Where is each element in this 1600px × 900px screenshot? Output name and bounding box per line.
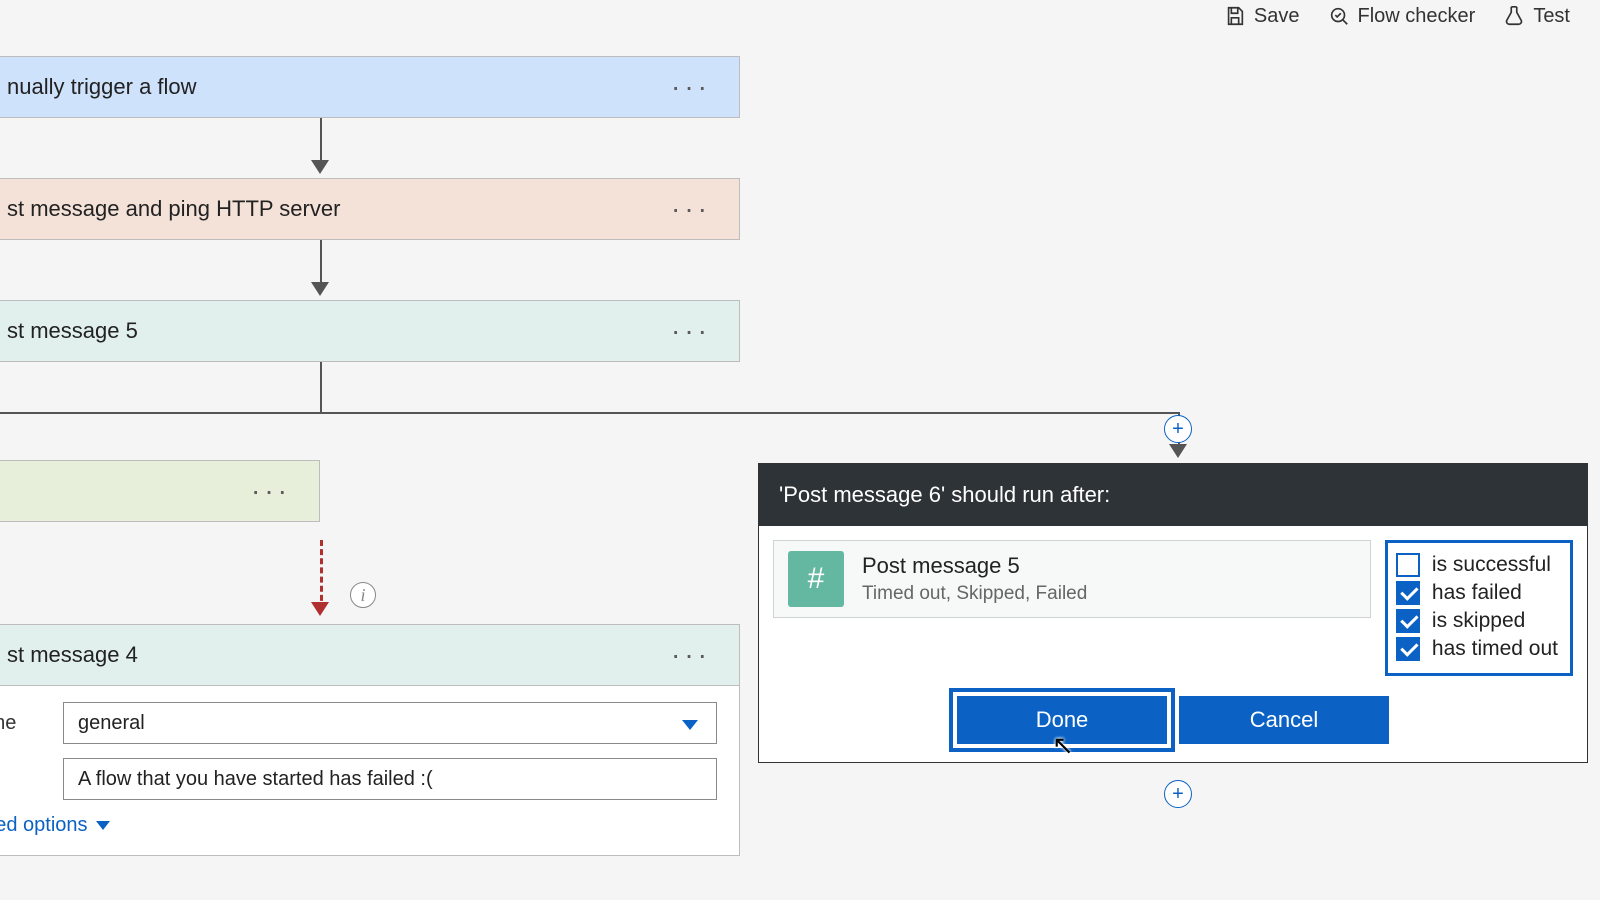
option-is-skipped-label: is skipped <box>1432 609 1525 633</box>
advanced-options-label: anced options <box>0 814 88 837</box>
option-has-failed: has failed <box>1396 581 1558 605</box>
step-post4-label: st message 4 <box>7 642 138 668</box>
toolbar: Save Flow checker Test <box>1224 0 1570 32</box>
test-icon <box>1503 5 1525 27</box>
cancel-label: Cancel <box>1250 707 1318 733</box>
step-trigger-label: nually trigger a flow <box>7 74 197 100</box>
arrow-icon <box>311 160 329 174</box>
run-after-header: 'Post message 6' should run after: <box>759 464 1587 526</box>
arrow-icon <box>1169 444 1187 458</box>
chevron-down-icon <box>96 821 110 830</box>
option-has-timed-out: has timed out <box>1396 637 1558 661</box>
done-label: Done <box>1036 707 1089 733</box>
checkbox-has-failed[interactable] <box>1396 581 1420 605</box>
name-label: Name <box>0 712 63 735</box>
flow-checker-label: Flow checker <box>1358 5 1476 28</box>
text-input[interactable]: A flow that you have started has failed … <box>63 758 717 800</box>
name-value: general <box>78 712 145 735</box>
arrow-error-icon <box>311 602 329 616</box>
connector <box>320 362 322 412</box>
step-post5-label: st message 5 <box>7 318 138 344</box>
step-post5[interactable]: st message 5 ··· <box>0 300 740 362</box>
test-label: Test <box>1533 5 1570 28</box>
run-after-source[interactable]: # Post message 5 Timed out, Skipped, Fai… <box>773 540 1371 618</box>
step-trigger-menu[interactable]: ··· <box>671 71 711 103</box>
form-row-name: Name general <box>0 702 717 744</box>
step-green-menu[interactable]: ··· <box>251 475 291 507</box>
flow-checker-button[interactable]: Flow checker <box>1328 5 1476 28</box>
option-has-timed-out-label: has timed out <box>1432 637 1558 661</box>
save-button[interactable]: Save <box>1224 5 1300 28</box>
option-is-successful-label: is successful <box>1432 553 1551 577</box>
name-select[interactable]: general <box>63 702 717 744</box>
step-post4-body: Name general Text A flow that you have s… <box>0 686 740 856</box>
run-after-body: # Post message 5 Timed out, Skipped, Fai… <box>759 526 1587 686</box>
option-is-skipped: is skipped <box>1396 609 1558 633</box>
option-is-successful: is successful <box>1396 553 1558 577</box>
step-http-ping-menu[interactable]: ··· <box>671 193 711 225</box>
step-post5-menu[interactable]: ··· <box>671 315 711 347</box>
run-after-source-text: Post message 5 Timed out, Skipped, Faile… <box>862 553 1087 605</box>
run-after-source-title: Post message 5 <box>862 553 1087 579</box>
connector-error <box>320 540 323 610</box>
save-icon <box>1224 5 1246 27</box>
checkbox-is-successful[interactable] <box>1396 553 1420 577</box>
step-green[interactable]: ··· <box>0 460 320 522</box>
step-http-ping[interactable]: st message and ping HTTP server ··· <box>0 178 740 240</box>
add-step-button-lower[interactable]: + <box>1164 780 1192 808</box>
run-after-options: is successful has failed is skipped has … <box>1385 540 1573 676</box>
run-after-panel: 'Post message 6' should run after: # Pos… <box>758 463 1588 763</box>
test-button[interactable]: Test <box>1503 5 1570 28</box>
run-after-source-sub: Timed out, Skipped, Failed <box>862 583 1087 605</box>
step-http-ping-label: st message and ping HTTP server <box>7 196 340 222</box>
hash-icon: # <box>788 551 844 607</box>
step-post4[interactable]: st message 4 ··· <box>0 624 740 686</box>
run-after-buttons: Done Cancel <box>759 686 1587 762</box>
connector <box>0 412 1180 414</box>
advanced-options-link[interactable]: anced options <box>0 814 717 837</box>
done-button[interactable]: Done <box>957 696 1167 744</box>
info-icon[interactable]: i <box>350 582 376 608</box>
form-row-text: Text A flow that you have started has fa… <box>0 758 717 800</box>
cancel-button[interactable]: Cancel <box>1179 696 1389 744</box>
checkbox-has-timed-out[interactable] <box>1396 637 1420 661</box>
step-post4-menu[interactable]: ··· <box>671 639 711 671</box>
option-has-failed-label: has failed <box>1432 581 1522 605</box>
add-step-button[interactable]: + <box>1164 415 1192 443</box>
checkbox-is-skipped[interactable] <box>1396 609 1420 633</box>
flow-checker-icon <box>1328 5 1350 27</box>
save-label: Save <box>1254 5 1300 28</box>
text-value: A flow that you have started has failed … <box>78 768 433 791</box>
text-label: Text <box>0 768 63 791</box>
step-trigger[interactable]: nually trigger a flow ··· <box>0 56 740 118</box>
arrow-icon <box>311 282 329 296</box>
